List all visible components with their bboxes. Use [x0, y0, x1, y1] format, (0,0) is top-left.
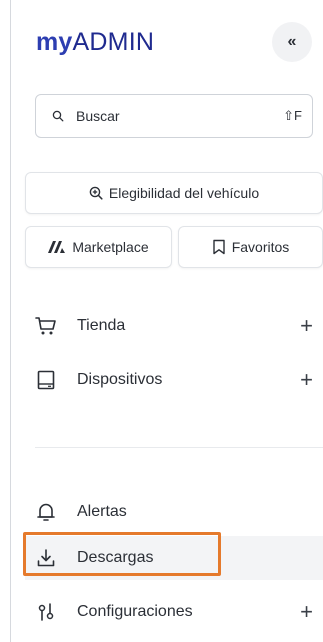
settings-icon	[35, 601, 57, 623]
app-logo: my ADMIN	[36, 22, 154, 62]
sidebar-item-label: Tienda	[77, 317, 126, 334]
expand-dispositivos-icon[interactable]: +	[300, 367, 313, 393]
expand-tienda-icon[interactable]: +	[300, 313, 313, 339]
sidebar-item-alertas[interactable]: Alertas	[25, 490, 323, 534]
sidebar-item-label: Descargas	[77, 549, 154, 566]
cart-icon	[35, 315, 57, 337]
marketplace-button[interactable]: Marketplace	[25, 226, 172, 268]
search-input[interactable]	[76, 108, 284, 124]
vehicle-eligibility-button[interactable]: Elegibilidad del vehículo	[25, 172, 323, 214]
download-icon	[35, 547, 57, 569]
search-shortcut-hint: ⇧F	[283, 108, 302, 123]
bell-icon	[35, 501, 57, 523]
collapse-sidebar-button[interactable]: «	[272, 22, 312, 62]
zoom-in-icon	[89, 186, 103, 200]
favorites-label: Favoritos	[231, 239, 290, 255]
sidebar-item-descargas[interactable]: Descargas	[25, 536, 323, 580]
device-icon	[35, 369, 57, 391]
marketplace-label: Marketplace	[72, 239, 149, 255]
search-icon	[52, 110, 64, 122]
sidebar-item-label: Dispositivos	[77, 371, 163, 388]
sidebar-item-label: Configuraciones	[77, 603, 193, 620]
sidebar-item-configuraciones[interactable]: Configuraciones +	[25, 590, 323, 634]
logo-admin: ADMIN	[72, 27, 155, 56]
marketplace-logo-icon	[48, 241, 66, 253]
search-box[interactable]: ⇧F	[35, 94, 313, 138]
sidebar-item-label: Alertas	[77, 503, 127, 520]
sidebar-item-dispositivos[interactable]: Dispositivos +	[25, 358, 323, 402]
double-chevron-left-icon: «	[287, 33, 297, 50]
bookmark-icon	[213, 239, 225, 255]
sidebar-divider	[35, 447, 323, 448]
favorites-button[interactable]: Favoritos	[178, 226, 323, 268]
logo-my: my	[36, 27, 73, 56]
expand-configuraciones-icon[interactable]: +	[300, 599, 313, 625]
vehicle-eligibility-label: Elegibilidad del vehículo	[108, 185, 260, 201]
sidebar-item-tienda[interactable]: Tienda +	[25, 304, 323, 348]
